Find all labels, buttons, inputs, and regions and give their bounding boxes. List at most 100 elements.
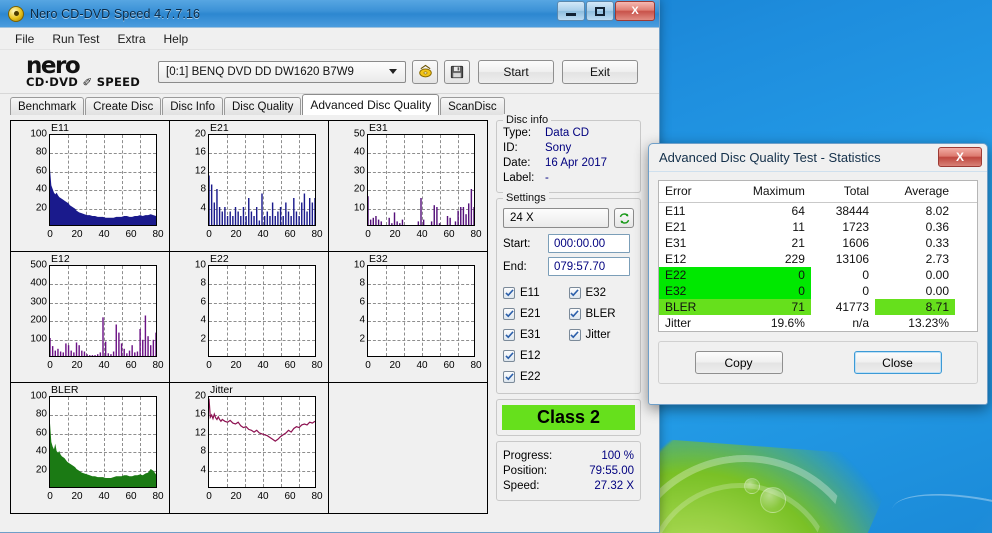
bar — [142, 339, 144, 356]
checkbox-jitter[interactable]: Jitter — [568, 324, 635, 345]
close-button[interactable]: X — [615, 1, 655, 21]
bar — [433, 205, 435, 225]
bar — [308, 198, 311, 225]
quality-class-value: Class 2 — [502, 405, 635, 430]
tab-advanced-disc-quality[interactable]: Advanced Disc Quality — [302, 94, 440, 115]
speed-select[interactable]: 24 X — [503, 208, 609, 228]
settings-title: Settings — [503, 192, 549, 204]
menu-extra[interactable]: Extra — [108, 30, 154, 48]
bar — [67, 345, 70, 356]
tab-benchmark[interactable]: Benchmark — [10, 97, 85, 115]
bar — [457, 210, 459, 225]
bar — [209, 175, 210, 225]
menu-help[interactable]: Help — [155, 30, 198, 48]
copy-button[interactable]: Copy — [694, 351, 783, 374]
logo-line-1: nero — [26, 52, 81, 79]
y-tick-label: 100 — [30, 390, 47, 402]
bar — [290, 216, 292, 225]
chart-bler: BLER 20 40 60 80 100 0 20 40 60 80 — [10, 382, 170, 514]
tab-create-disc[interactable]: Create Disc — [85, 97, 162, 115]
table-row[interactable]: E11 64 38444 8.02 — [659, 203, 977, 220]
chart-series — [50, 315, 156, 356]
menu-run-test[interactable]: Run Test — [43, 30, 108, 48]
y-tick-label: 16 — [194, 408, 206, 420]
checkbox-e12[interactable]: E12 — [503, 345, 569, 366]
exit-button[interactable]: Exit — [562, 59, 638, 84]
close-button[interactable]: Close — [853, 351, 942, 374]
tab-scandisc[interactable]: ScanDisc — [440, 97, 505, 115]
x-tick-label: 40 — [257, 229, 269, 240]
checkbox-e11[interactable]: E11 — [503, 282, 569, 303]
checkbox-e32[interactable]: E32 — [568, 282, 635, 303]
menu-file[interactable]: File — [6, 30, 43, 48]
bar — [51, 346, 54, 356]
checkbox-e31[interactable]: E31 — [503, 324, 569, 345]
cell-maximum: 21 — [791, 236, 805, 250]
checkbox-e21[interactable]: E21 — [503, 303, 569, 324]
statistics-title-bar[interactable]: Advanced Disc Quality Test - Statistics … — [649, 144, 987, 172]
table-row[interactable]: BLER 71 41773 8.71 — [659, 299, 977, 315]
bar — [473, 207, 474, 225]
cell-average: 0.00 — [925, 284, 949, 298]
statistics-dialog: Advanced Disc Quality Test - Statistics … — [648, 143, 988, 405]
bar — [422, 219, 425, 225]
bar — [430, 221, 433, 225]
plot-area — [367, 134, 475, 226]
quality-class-box: Class 2 — [496, 399, 641, 436]
column-header-error: Error — [659, 181, 721, 203]
y-axis-ticks: 20 40 60 80 100 — [13, 129, 47, 229]
end-input[interactable]: 079:57.70 — [548, 257, 630, 276]
minimize-button[interactable] — [557, 1, 585, 21]
checkmark-icon — [503, 328, 515, 341]
start-input[interactable]: 000:00.00 — [548, 234, 630, 253]
x-tick-label: 80 — [311, 229, 323, 240]
cell-average: 2.73 — [925, 252, 949, 266]
checkmark-icon — [568, 328, 581, 341]
save-button[interactable] — [444, 59, 470, 84]
minimize-icon — [566, 12, 576, 16]
bar — [460, 207, 462, 225]
plot-area — [49, 396, 157, 488]
table-row[interactable]: E31 21 1606 0.33 — [659, 235, 977, 251]
table-row[interactable]: E12 229 13106 2.73 — [659, 251, 977, 267]
chart-e22: E22 2 4 6 8 10 0 20 40 60 80 — [169, 251, 329, 383]
checkbox-e22[interactable]: E22 — [503, 366, 569, 387]
bar — [396, 221, 398, 225]
statistics-close-button[interactable]: X — [938, 147, 982, 167]
cell-total: 1606 — [842, 236, 870, 250]
y-tick-label: 8 — [200, 445, 206, 457]
bar — [104, 341, 107, 356]
y-tick-label: 4 — [200, 464, 206, 476]
table-row[interactable]: E22 0 0 0.00 — [659, 267, 977, 283]
table-row[interactable]: Jitter 19.6% n/a 13.23% — [659, 315, 977, 331]
main-window: Nero CD-DVD Speed 4.7.7.16 X File Run Te… — [0, 0, 660, 533]
cell-total: 0 — [862, 284, 870, 298]
checkbox-bler[interactable]: BLER — [568, 303, 635, 324]
bar — [266, 211, 269, 225]
bar — [65, 343, 67, 356]
tab-disc-info[interactable]: Disc Info — [162, 97, 223, 115]
cell-average: 13.23% — [908, 316, 949, 330]
maximize-button[interactable] — [586, 1, 614, 21]
x-tick-label: 0 — [206, 229, 212, 240]
start-button[interactable]: Start — [478, 59, 554, 84]
y-tick-label: 40 — [35, 445, 47, 457]
eject-button[interactable] — [412, 59, 438, 84]
y-tick-label: 500 — [30, 259, 47, 271]
drive-select[interactable]: [0:1] BENQ DVD DD DW1620 B7W9 — [158, 60, 406, 83]
title-bar[interactable]: Nero CD-DVD Speed 4.7.7.16 X — [0, 0, 659, 28]
x-tick-label: 20 — [389, 229, 401, 240]
checkbox-spacer-1 — [569, 345, 635, 366]
bar — [120, 343, 123, 356]
table-row[interactable]: E21 11 1723 0.36 — [659, 219, 977, 235]
bar — [436, 207, 438, 225]
tab-disc-quality[interactable]: Disc Quality — [224, 97, 302, 115]
settings-group: Settings 24 X Start: 000:00.00 End: 079:… — [496, 192, 641, 394]
refresh-button[interactable] — [614, 208, 634, 228]
cell-average: 0.33 — [925, 236, 949, 250]
y-axis-ticks: 100 200 300 400 500 — [13, 260, 47, 360]
chart-series — [368, 189, 474, 225]
bar — [293, 198, 295, 225]
table-row[interactable]: E32 0 0 0.00 — [659, 283, 977, 299]
y-tick-label: 8 — [200, 183, 206, 195]
